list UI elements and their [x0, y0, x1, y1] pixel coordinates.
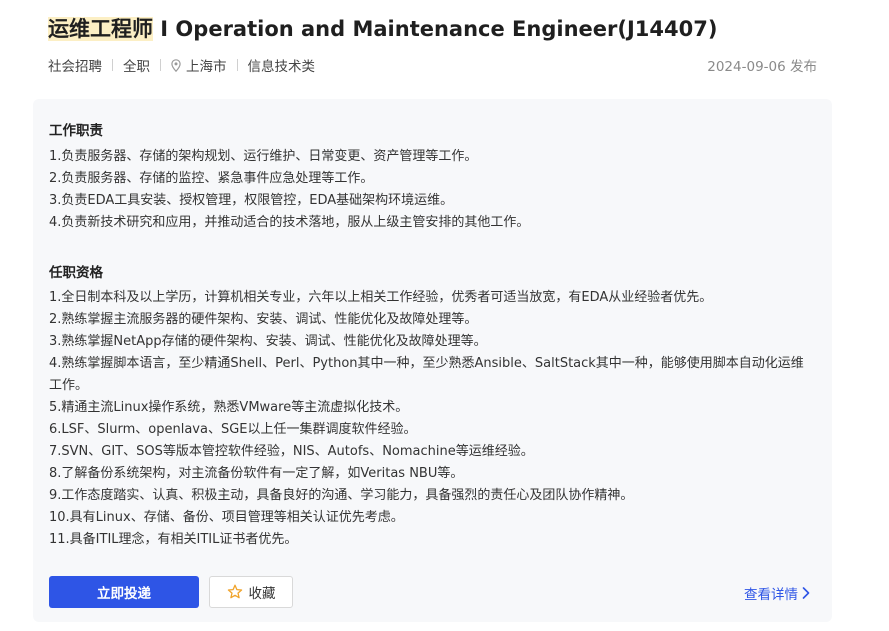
- requirements-heading: 任职资格: [49, 265, 103, 281]
- requirement-item: 8.了解备份系统架构，对主流备份软件有一定了解，如Veritas NBU等。: [49, 466, 464, 481]
- requirement-item: 4.熟练掌握脚本语言，至少精通Shell、Perl、Python其中一种，至少熟…: [49, 356, 804, 393]
- job-title-highlight: 运维工程师: [48, 17, 153, 41]
- requirement-item: 11.具备ITIL理念，有相关ITIL证书者优先。: [49, 532, 298, 547]
- chevron-right-icon: [802, 587, 810, 599]
- duties-list: 1.负责服务器、存储的架构规划、运行维护、日常变更、资产管理等工作。 2.负责服…: [49, 146, 810, 234]
- location-pin-icon: [171, 58, 181, 72]
- requirement-item: 6.LSF、Slurm、openlava、SGE以上任一集群调度软件经验。: [49, 422, 417, 437]
- duties-heading: 工作职责: [49, 123, 103, 139]
- duty-item: 3.负责EDA工具安装、授权管理，权限管控，EDA基础架构环境运维。: [49, 193, 454, 208]
- job-description-card: 工作职责 1.负责服务器、存储的架构规划、运行维护、日常变更、资产管理等工作。 …: [33, 99, 832, 622]
- job-title: 运维工程师 I Operation and Maintenance Engine…: [48, 14, 717, 44]
- duty-item: 4.负责新技术研究和应用，并推动适合的技术落地，服从上级主管安排的其他工作。: [49, 215, 530, 230]
- duty-item: 2.负责服务器、存储的监控、紧急事件应急处理等工作。: [49, 171, 374, 186]
- job-location: 上海市: [186, 59, 227, 75]
- job-title-rest: I Operation and Maintenance Engineer(J14…: [153, 17, 718, 41]
- requirements-list: 1.全日制本科及以上学历，计算机相关专业，六年以上相关工作经验，优秀者可适当放宽…: [49, 287, 810, 551]
- requirement-item: 5.精通主流Linux操作系统，熟悉VMware等主流虚拟化技术。: [49, 400, 409, 415]
- requirement-item: 9.工作态度踏实、认真、积极主动，具备良好的沟通、学习能力，具备强烈的责任心及团…: [49, 488, 634, 503]
- posted-date: 2024-09-06 发布: [707, 59, 817, 75]
- view-details-label: 查看详情: [744, 587, 798, 603]
- meta-divider: [160, 59, 161, 71]
- job-meta: 社会招聘 全职 上海市 信息技术类 2024-09-06 发布: [48, 56, 817, 75]
- meta-divider: [112, 59, 113, 71]
- requirement-item: 1.全日制本科及以上学历，计算机相关专业，六年以上相关工作经验，优秀者可适当放宽…: [49, 290, 713, 305]
- duty-item: 1.负责服务器、存储的架构规划、运行维护、日常变更、资产管理等工作。: [49, 149, 478, 164]
- requirement-item: 2.熟练掌握主流服务器的硬件架构、安装、调试、性能优化及故障处理等。: [49, 312, 478, 327]
- recruit-type: 社会招聘: [48, 59, 102, 75]
- employment-type: 全职: [123, 59, 150, 75]
- meta-divider: [236, 59, 238, 71]
- star-outline-icon: [227, 584, 242, 599]
- favorite-button[interactable]: 收藏: [209, 576, 293, 608]
- view-details-link[interactable]: 查看详情: [744, 583, 810, 603]
- requirement-item: 10.具有Linux、存储、备份、项目管理等相关认证优先考虑。: [49, 510, 404, 525]
- requirement-item: 7.SVN、GIT、SOS等版本管控软件经验，NIS、Autofs、Nomach…: [49, 444, 534, 459]
- job-category: 信息技术类: [247, 59, 316, 75]
- requirement-item: 3.熟练掌握NetApp存储的硬件架构、安装、调试、性能优化及故障处理等。: [49, 334, 487, 349]
- apply-button[interactable]: 立即投递: [49, 576, 199, 608]
- favorite-label: 收藏: [248, 586, 276, 602]
